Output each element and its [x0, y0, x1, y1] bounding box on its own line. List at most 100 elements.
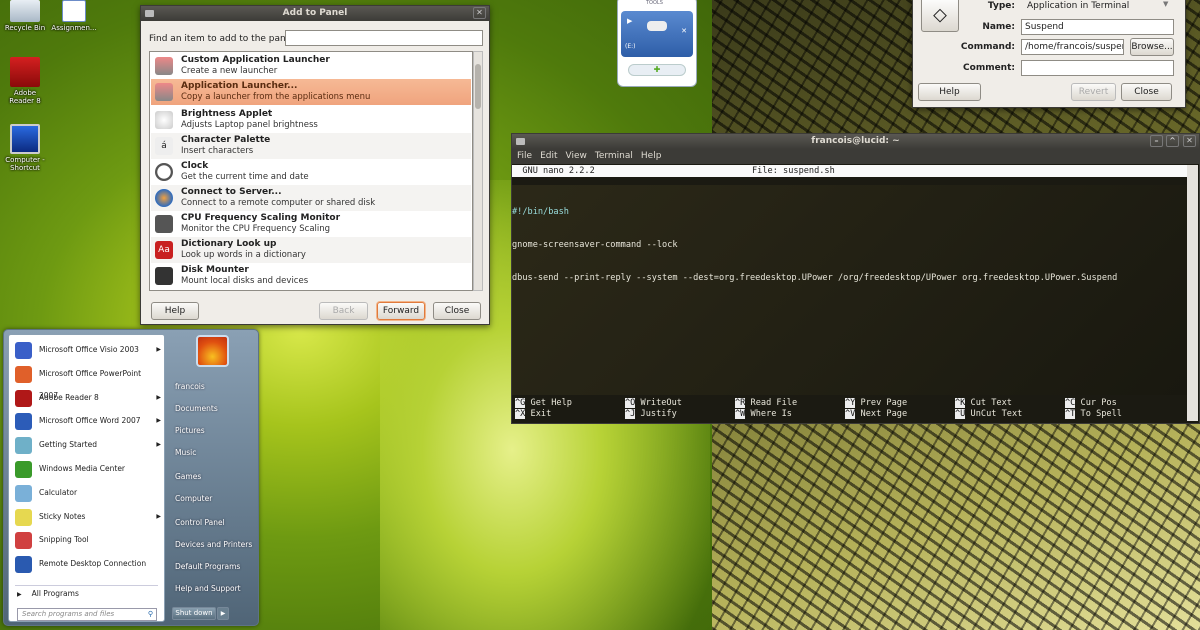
panel-item[interactable]: Brightness Applet Adjusts Laptop panel br…	[151, 107, 471, 133]
comment-input[interactable]	[1021, 60, 1174, 76]
start-link-music[interactable]: Music	[175, 448, 196, 457]
menu-file[interactable]: File	[517, 151, 532, 161]
back-button[interactable]: Back	[319, 302, 368, 320]
start-link-pictures[interactable]: Pictures	[175, 426, 205, 435]
shutdown-button[interactable]: Shut down	[172, 607, 216, 620]
dialog-title: Add to Panel	[282, 8, 348, 18]
panel-item[interactable]: á Character Palette Insert characters	[151, 133, 471, 159]
menu-terminal[interactable]: Terminal	[595, 151, 633, 161]
shortcut-group: ^G Get Help ^X Exit	[515, 398, 572, 419]
forward-button[interactable]: Forward	[377, 302, 425, 320]
command-input[interactable]: /home/francois/suspend	[1021, 39, 1124, 55]
title-bar: francois@lucid: ~ – ^ ✕	[512, 134, 1199, 149]
desktop-icon-computer[interactable]: Computer - Shortcut	[1, 124, 49, 172]
panel-item[interactable]: Disk Mounter Mount local disks and device…	[151, 263, 471, 289]
close-button[interactable]: Close	[433, 302, 481, 320]
panel-item[interactable]: Clock Get the current time and date	[151, 159, 471, 185]
maximize-icon[interactable]: ^	[1166, 135, 1179, 147]
program-label: Sticky Notes	[39, 511, 86, 521]
shortcut-label: Justify	[640, 408, 677, 419]
find-item-input[interactable]	[285, 30, 483, 46]
shortcut-key: ^V	[845, 408, 856, 419]
start-program-item[interactable]: Sticky Notes ▶	[13, 506, 161, 528]
start-link-games[interactable]: Games	[175, 472, 201, 481]
search-input[interactable]: Search programs and files ⚲	[17, 608, 157, 621]
code-line: dbus-send --print-reply --system --dest=…	[512, 273, 1118, 283]
scrollbar-thumb[interactable]	[475, 64, 481, 109]
type-select[interactable]: Application in Terminal	[1027, 1, 1129, 11]
start-link-devices-and-printers[interactable]: Devices and Printers	[175, 540, 252, 549]
start-program-item[interactable]: Calculator	[13, 482, 161, 504]
play-icon[interactable]: ▶	[627, 17, 632, 25]
start-program-item[interactable]: Windows Media Center	[13, 458, 161, 480]
type-label: Type:	[987, 1, 1015, 11]
start-link-francois[interactable]: francois	[175, 382, 205, 391]
item-description: Insert characters	[181, 146, 254, 156]
minimize-icon[interactable]: –	[1150, 135, 1163, 147]
start-link-help-and-support[interactable]: Help and Support	[175, 584, 241, 593]
menu-help[interactable]: Help	[641, 151, 662, 161]
editor-text[interactable]: #!/bin/bash gnome-screensaver-command --…	[512, 185, 1188, 395]
panel-item[interactable]: CPU Frequency Scaling Monitor Monitor the…	[151, 211, 471, 237]
start-program-item[interactable]: Microsoft Office PowerPoint 2007	[13, 363, 161, 400]
shutdown-options-button[interactable]: ▶	[217, 607, 229, 620]
panel-item[interactable]: Custom Application Launcher Create a new …	[151, 53, 471, 79]
start-program-item[interactable]: Snipping Tool	[13, 529, 161, 551]
help-button[interactable]: Help	[151, 302, 199, 320]
start-program-item[interactable]: Getting Started ▶	[13, 434, 161, 456]
word-document-icon	[62, 0, 86, 22]
arrow-right-icon[interactable]: ▶	[156, 387, 161, 409]
start-program-item[interactable]: Microsoft Office Visio 2003 ▶	[13, 339, 161, 361]
start-link-documents[interactable]: Documents	[175, 404, 218, 413]
start-link-control-panel[interactable]: Control Panel	[175, 518, 225, 527]
item-title: Clock	[181, 161, 209, 171]
start-link-computer[interactable]: Computer	[175, 494, 212, 503]
shortcut-label: WriteOut	[640, 398, 682, 408]
launcher-icon-button[interactable]: ⬦	[921, 0, 959, 32]
comment-label: Comment:	[963, 63, 1015, 73]
chevron-down-icon[interactable]: ▼	[1163, 0, 1168, 8]
panel-item[interactable]: Application Launcher... Copy a launcher f…	[151, 79, 471, 105]
panel-item[interactable]: Aa Dictionary Look up Look up words in a d…	[151, 237, 471, 263]
scrollbar[interactable]	[1187, 165, 1198, 421]
item-title: Character Palette	[181, 135, 271, 145]
window-menu-icon[interactable]	[516, 138, 525, 145]
all-programs-button[interactable]: ▶ All Programs	[17, 589, 79, 598]
scrollbar[interactable]	[473, 51, 483, 291]
arrow-right-icon[interactable]: ▶	[156, 506, 161, 528]
start-link-default-programs[interactable]: Default Programs	[175, 562, 240, 571]
item-description: Connect to a remote computer or shared d…	[181, 198, 376, 208]
window-menu-icon[interactable]	[145, 10, 154, 17]
panel-item[interactable]: Connect to Server... Connect to a remote …	[151, 185, 471, 211]
plus-icon[interactable]: ✚	[654, 65, 661, 74]
revert-button[interactable]: Revert	[1071, 83, 1116, 101]
item-title: Brightness Applet	[181, 109, 273, 119]
search-icon: ⚲	[147, 610, 153, 618]
name-input[interactable]: Suspend	[1021, 19, 1174, 35]
panel-items-list[interactable]: Custom Application Launcher Create a new …	[149, 51, 473, 291]
help-button[interactable]: Help	[918, 83, 981, 101]
close-icon[interactable]: ✕	[1183, 135, 1196, 147]
user-avatar[interactable]	[196, 335, 229, 367]
arrow-right-icon[interactable]: ▶	[156, 434, 161, 456]
start-program-item[interactable]: Remote Desktop Connection	[13, 553, 161, 575]
drive-icon	[647, 21, 667, 31]
close-button[interactable]: Close	[1121, 83, 1172, 101]
widget-actions[interactable]: ✚	[628, 64, 686, 76]
shortcut-label: Cut Text	[970, 398, 1012, 408]
arrow-right-icon[interactable]: ▶	[156, 339, 161, 361]
desktop-icon-recycle-bin[interactable]: Recycle Bin	[1, 0, 49, 32]
start-program-item[interactable]: Microsoft Office Word 2007 ▶	[13, 410, 161, 432]
start-program-item[interactable]: Adobe Reader 8 ▶	[13, 387, 161, 409]
drive-panel[interactable]: ▶ ✕ (E:)	[621, 11, 693, 57]
close-icon[interactable]: ✕	[473, 7, 486, 19]
menu-edit[interactable]: Edit	[540, 151, 557, 161]
arrow-right-icon[interactable]: ▶	[156, 410, 161, 432]
item-description: Look up words in a dictionary	[181, 250, 306, 260]
menu-view[interactable]: View	[566, 151, 587, 161]
shortcut-label: Where Is	[750, 408, 792, 419]
desktop-icon-adobe-reader[interactable]: Adobe Reader 8	[1, 57, 49, 105]
browse-button[interactable]: Browse...	[1130, 38, 1174, 56]
desktop-icon-assignment[interactable]: Assignmen...	[50, 0, 98, 32]
close-icon[interactable]: ✕	[681, 27, 687, 35]
